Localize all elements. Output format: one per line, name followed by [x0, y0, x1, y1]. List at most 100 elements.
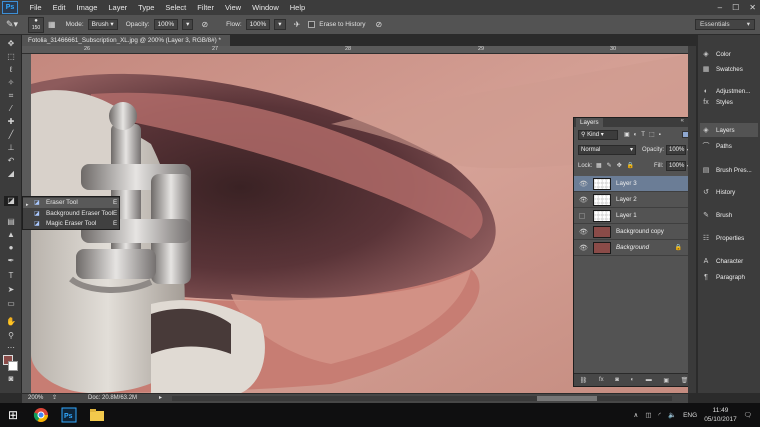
- eye-icon[interactable]: 👁: [579, 180, 588, 188]
- panel-adjustments[interactable]: ◐ Adjustmen...: [700, 84, 758, 98]
- eye-icon[interactable]: 👁: [579, 228, 588, 236]
- menu-select[interactable]: Select: [160, 3, 192, 12]
- quick-mask-icon[interactable]: ◙: [4, 374, 18, 384]
- language-indicator[interactable]: ENG: [683, 412, 697, 419]
- panel-brush-presets[interactable]: ▤ Brush Pres...: [700, 163, 758, 177]
- panel-paths[interactable]: ⌒ Paths: [700, 139, 758, 153]
- type-tool-icon[interactable]: T: [4, 271, 18, 281]
- pressure-opacity-icon[interactable]: ⊘: [201, 20, 208, 29]
- menu-window[interactable]: Window: [247, 3, 285, 12]
- pen-tool-icon[interactable]: ✒: [4, 256, 18, 266]
- layer-filter-kind-select[interactable]: ⚲ Kind ▾: [578, 130, 618, 140]
- menu-layer[interactable]: Layer: [103, 3, 133, 12]
- path-select-tool-icon[interactable]: ➤: [4, 285, 18, 295]
- horizontal-scrollbar[interactable]: [172, 396, 672, 401]
- zoom-tool-icon[interactable]: ⚲: [4, 331, 18, 341]
- chevron-up-icon[interactable]: ∧: [634, 411, 639, 419]
- menu-filter[interactable]: Filter: [192, 3, 220, 12]
- zoom-level[interactable]: 200%: [28, 394, 43, 403]
- flow-dropdown-icon[interactable]: ▾: [274, 19, 286, 30]
- healing-tool-icon[interactable]: ✚: [4, 117, 18, 127]
- brush-size-picker[interactable]: ● 150: [28, 16, 44, 33]
- panel-character[interactable]: A Character: [700, 254, 758, 268]
- layer-opacity-input[interactable]: 100%: [666, 145, 686, 155]
- blur-tool-icon[interactable]: ▲: [4, 230, 18, 240]
- menu-file[interactable]: File: [24, 3, 47, 12]
- mode-select[interactable]: Brush ▾: [87, 19, 118, 30]
- document-tab[interactable]: Fotolia_31466661_Subscription_XL.jpg @ 2…: [22, 35, 230, 55]
- opacity-dropdown-icon[interactable]: ▾: [182, 19, 194, 30]
- new-layer-icon[interactable]: ▣: [663, 377, 669, 384]
- file-explorer-icon[interactable]: [89, 407, 105, 423]
- flow-input[interactable]: 100%: [245, 19, 271, 30]
- move-tool-icon[interactable]: ✥: [4, 39, 18, 49]
- notifications-icon[interactable]: 🗨: [744, 411, 752, 419]
- eye-icon[interactable]: 👁: [579, 244, 588, 252]
- layer-row-layer-3[interactable]: 👁 Layer 3: [574, 176, 694, 192]
- background-eraser-tool-option[interactable]: ◪ Background Eraser Tool E: [23, 209, 119, 219]
- marquee-tool-icon[interactable]: ⬚: [4, 52, 18, 62]
- panel-layers[interactable]: ◈ Layers: [700, 123, 758, 137]
- menu-help[interactable]: Help: [284, 3, 310, 12]
- share-icon[interactable]: ⇪: [52, 394, 57, 403]
- network-icon[interactable]: ◫: [645, 411, 651, 419]
- menu-edit[interactable]: Edit: [47, 3, 71, 12]
- more-tools-icon[interactable]: ⋯: [4, 343, 18, 353]
- menu-view[interactable]: View: [219, 3, 246, 12]
- fx-icon[interactable]: fx: [599, 377, 604, 383]
- fill-input[interactable]: 100%: [666, 161, 686, 171]
- background-color-swatch[interactable]: [8, 361, 18, 371]
- filter-type-icons[interactable]: ▣◐T⬚▪: [624, 131, 665, 138]
- panel-brush[interactable]: ✎ Brush: [700, 208, 758, 222]
- eye-icon[interactable]: 👁: [579, 196, 588, 204]
- active-eraser-tool-icon[interactable]: ◪: [4, 196, 18, 206]
- erase-history-checkbox[interactable]: [308, 21, 316, 28]
- lasso-tool-icon[interactable]: ℓ: [4, 65, 18, 75]
- shape-tool-icon[interactable]: ▭: [4, 299, 18, 309]
- layer-row-background[interactable]: 👁 Background 🔒: [574, 240, 694, 256]
- panel-properties[interactable]: ☷ Properties: [700, 231, 758, 245]
- photoshop-taskbar-icon[interactable]: Ps: [61, 407, 77, 423]
- folder-icon[interactable]: ▬: [646, 377, 652, 383]
- gradient-tool-icon[interactable]: ▤: [4, 217, 18, 227]
- clock[interactable]: 11:49 05/10/2017: [704, 406, 737, 424]
- visibility-off-toggle[interactable]: [579, 213, 585, 219]
- panel-history[interactable]: ↺ History: [700, 185, 758, 199]
- collapse-icon[interactable]: «: [681, 118, 684, 124]
- chrome-icon[interactable]: [33, 407, 49, 423]
- panel-styles[interactable]: fx Styles: [700, 97, 758, 107]
- workspace-select[interactable]: Essentials ▾: [695, 19, 755, 30]
- lock-options-icons[interactable]: ▦✎✥🔒: [596, 162, 639, 169]
- link-icon[interactable]: ⛓: [580, 377, 588, 384]
- history-brush-tool-icon[interactable]: ↶: [4, 156, 18, 166]
- opacity-input[interactable]: 100%: [153, 19, 179, 30]
- brush-tool-icon[interactable]: ╱: [4, 130, 18, 140]
- eraser-tool-option[interactable]: ▸ ◪ Eraser Tool E: [23, 198, 119, 208]
- hand-tool-icon[interactable]: ✋: [4, 317, 18, 327]
- clone-stamp-tool-icon[interactable]: ⊥: [4, 143, 18, 153]
- adjustment-icon[interactable]: ◐: [631, 377, 635, 383]
- airbrush-icon[interactable]: ✈: [294, 20, 301, 29]
- wifi-icon[interactable]: ◜: [658, 411, 661, 419]
- layers-tab[interactable]: Layers: [576, 118, 603, 127]
- panel-color[interactable]: ◈ Color: [700, 47, 758, 61]
- menu-type[interactable]: Type: [133, 3, 160, 12]
- vertical-scrollbar[interactable]: [688, 46, 696, 393]
- menu-image[interactable]: Image: [71, 3, 103, 12]
- layer-row-layer-2[interactable]: 👁 Layer 2: [574, 192, 694, 208]
- maximize-button[interactable]: ☐: [732, 0, 739, 15]
- close-button[interactable]: ✕: [749, 0, 756, 15]
- brush-panel-toggle-icon[interactable]: ▦: [48, 20, 56, 29]
- eraser-tool-icon[interactable]: ◢: [4, 169, 18, 179]
- blend-mode-select[interactable]: Normal ▾: [578, 145, 636, 155]
- mask-icon[interactable]: ◙: [615, 377, 619, 383]
- panel-paragraph[interactable]: ¶ Paragraph: [700, 270, 758, 284]
- status-menu-arrow-icon[interactable]: ▸: [159, 394, 162, 403]
- eraser-preset-icon[interactable]: ✎▾: [6, 19, 24, 30]
- layer-row-background-copy[interactable]: 👁 Background copy: [574, 224, 694, 240]
- scrollbar-thumb[interactable]: [537, 396, 597, 401]
- crop-tool-icon[interactable]: ⌗: [4, 91, 18, 101]
- windows-start-icon[interactable]: ⊞: [8, 409, 20, 421]
- magic-eraser-tool-option[interactable]: ◪ Magic Eraser Tool E: [23, 219, 119, 229]
- pressure-size-icon[interactable]: ⊘: [376, 20, 383, 29]
